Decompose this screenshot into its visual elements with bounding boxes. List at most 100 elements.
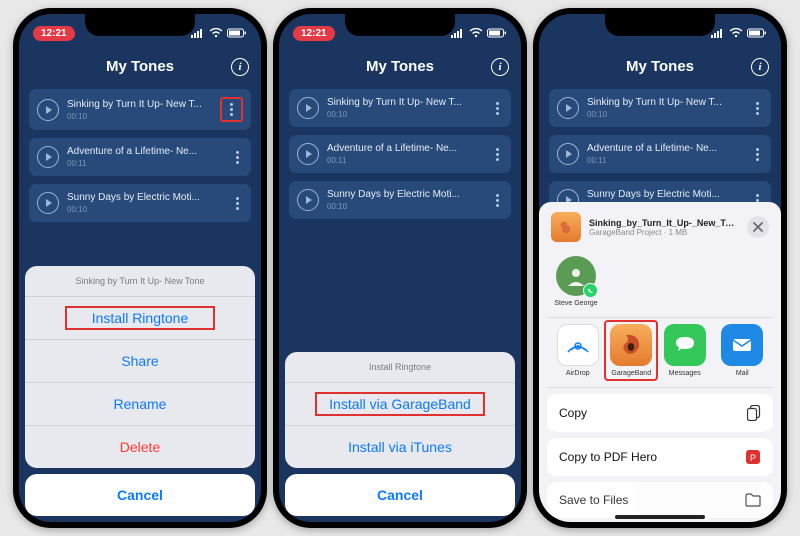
app-messages[interactable]: Messages <box>658 324 712 377</box>
whatsapp-badge-icon <box>583 283 598 298</box>
signal-icon <box>191 28 205 38</box>
tone-duration: 00:11 <box>327 156 484 165</box>
delete-action[interactable]: Delete <box>25 426 255 468</box>
share-action[interactable]: Share <box>25 340 255 383</box>
tone-duration: 00:10 <box>327 110 484 119</box>
tone-title: Sunny Days by Electric Moti... <box>67 192 224 203</box>
action-sheet: Install Ringtone Install via GarageBand … <box>279 346 521 522</box>
status-icons <box>711 28 767 38</box>
phone-frame-1: 12:21 My Tones i Sinking by Turn It Up- … <box>13 8 267 528</box>
install-garageband-action[interactable]: Install via GarageBand <box>285 383 515 426</box>
play-button[interactable] <box>297 97 319 119</box>
pdf-hero-icon: P <box>745 449 761 465</box>
save-to-files-action[interactable]: Save to Files <box>547 482 773 518</box>
info-button[interactable]: i <box>491 58 509 76</box>
status-icons <box>191 28 247 38</box>
play-button[interactable] <box>557 97 579 119</box>
wifi-icon <box>729 28 743 38</box>
tone-title: Sinking by Turn It Up- New T... <box>67 99 212 110</box>
signal-icon <box>451 28 465 38</box>
avatar <box>556 256 596 296</box>
tone-item[interactable]: Sunny Days by Electric Moti... 00:10 <box>29 184 251 222</box>
phone-frame-3: My Tones i Sinking by Turn It Up- New T.… <box>533 8 787 528</box>
more-button[interactable] <box>232 193 243 214</box>
share-file-subtitle: GarageBand Project · 1 MB <box>589 228 739 237</box>
tone-duration: 00:11 <box>587 156 744 165</box>
play-button[interactable] <box>37 192 59 214</box>
app-mail[interactable]: Mail <box>715 324 769 377</box>
page-title: My Tones <box>366 58 434 75</box>
wifi-icon <box>209 28 223 38</box>
tone-duration: 00:11 <box>67 159 224 168</box>
share-actions-list: Copy Copy to PDF Hero P Save to Files <box>547 387 773 518</box>
copy-action[interactable]: Copy <box>547 394 773 432</box>
play-button[interactable] <box>37 146 59 168</box>
app-label: Mail <box>736 370 749 377</box>
app-garageband[interactable]: GarageBand <box>604 320 658 381</box>
copy-pdf-hero-action[interactable]: Copy to PDF Hero P <box>547 438 773 476</box>
close-button[interactable] <box>747 216 769 238</box>
tone-duration: 00:10 <box>67 205 224 214</box>
tone-title: Sunny Days by Electric Moti... <box>587 189 744 200</box>
tone-title: Sunny Days by Electric Moti... <box>327 189 484 200</box>
tone-item[interactable]: Sinking by Turn It Up- New T... 00:10 <box>29 89 251 130</box>
status-icons <box>451 28 507 38</box>
app-label: Messages <box>669 370 701 377</box>
tone-item[interactable]: Sunny Days by Electric Moti... 00:10 <box>289 181 511 219</box>
action-label: Copy to PDF Hero <box>559 450 657 464</box>
more-button[interactable] <box>492 98 503 119</box>
play-button[interactable] <box>37 99 59 121</box>
app-airdrop[interactable]: AirDrop <box>551 324 605 377</box>
notch <box>345 14 455 36</box>
tone-item[interactable]: Adventure of a Lifetime- Ne... 00:11 <box>549 135 771 173</box>
more-button[interactable] <box>220 97 243 122</box>
info-button[interactable]: i <box>231 58 249 76</box>
page-title: My Tones <box>626 58 694 75</box>
action-label: Copy <box>559 406 587 420</box>
contact-row: Steve George <box>547 252 773 317</box>
share-contact[interactable]: Steve George <box>551 256 601 307</box>
battery-icon <box>487 28 507 38</box>
tone-item[interactable]: Adventure of a Lifetime- Ne... 00:11 <box>29 138 251 176</box>
rename-action[interactable]: Rename <box>25 383 255 426</box>
tone-item[interactable]: Sinking by Turn It Up- New T... 00:10 <box>289 89 511 127</box>
wifi-icon <box>469 28 483 38</box>
cancel-button[interactable]: Cancel <box>285 474 515 516</box>
play-button[interactable] <box>297 189 319 211</box>
tone-list: Sinking by Turn It Up- New T... 00:10 Ad… <box>279 89 521 219</box>
play-button[interactable] <box>557 143 579 165</box>
action-sheet: Sinking by Turn It Up- New Tone Install … <box>19 260 261 522</box>
more-button[interactable] <box>752 144 763 165</box>
cancel-button[interactable]: Cancel <box>25 474 255 516</box>
play-button[interactable] <box>297 143 319 165</box>
status-time: 12:21 <box>293 26 335 41</box>
install-itunes-action[interactable]: Install via iTunes <box>285 426 515 468</box>
tone-title: Adventure of a Lifetime- Ne... <box>327 143 484 154</box>
notch <box>605 14 715 36</box>
share-sheet: Sinking_by_Turn_It_Up-_New_Tone GarageBa… <box>539 202 781 522</box>
tone-title: Adventure of a Lifetime- Ne... <box>67 146 224 157</box>
more-button[interactable] <box>492 190 503 211</box>
app-label: GarageBand <box>611 370 651 377</box>
person-icon <box>565 265 587 287</box>
svg-text:P: P <box>750 453 756 463</box>
phone-frame-2: 12:21 My Tones i Sinking by Turn It Up- … <box>273 8 527 528</box>
tone-list: Sinking by Turn It Up- New T... 00:10 Ad… <box>539 89 781 219</box>
tone-item[interactable]: Adventure of a Lifetime- Ne... 00:11 <box>289 135 511 173</box>
mail-icon <box>721 324 763 366</box>
more-button[interactable] <box>492 144 503 165</box>
more-button[interactable] <box>232 147 243 168</box>
app-label: AirDrop <box>566 370 590 377</box>
sheet-title: Install Ringtone <box>285 352 515 383</box>
tone-item[interactable]: Sinking by Turn It Up- New T... 00:10 <box>549 89 771 127</box>
screen-header: My Tones i <box>279 48 521 89</box>
signal-icon <box>711 28 725 38</box>
tone-duration: 00:10 <box>67 112 212 121</box>
info-button[interactable]: i <box>751 58 769 76</box>
more-button[interactable] <box>752 98 763 119</box>
tone-title: Adventure of a Lifetime- Ne... <box>587 143 744 154</box>
install-ringtone-action[interactable]: Install Ringtone <box>25 297 255 340</box>
folder-icon <box>745 493 761 507</box>
contact-name: Steve George <box>554 300 597 307</box>
tone-title: Sinking by Turn It Up- New T... <box>587 97 744 108</box>
